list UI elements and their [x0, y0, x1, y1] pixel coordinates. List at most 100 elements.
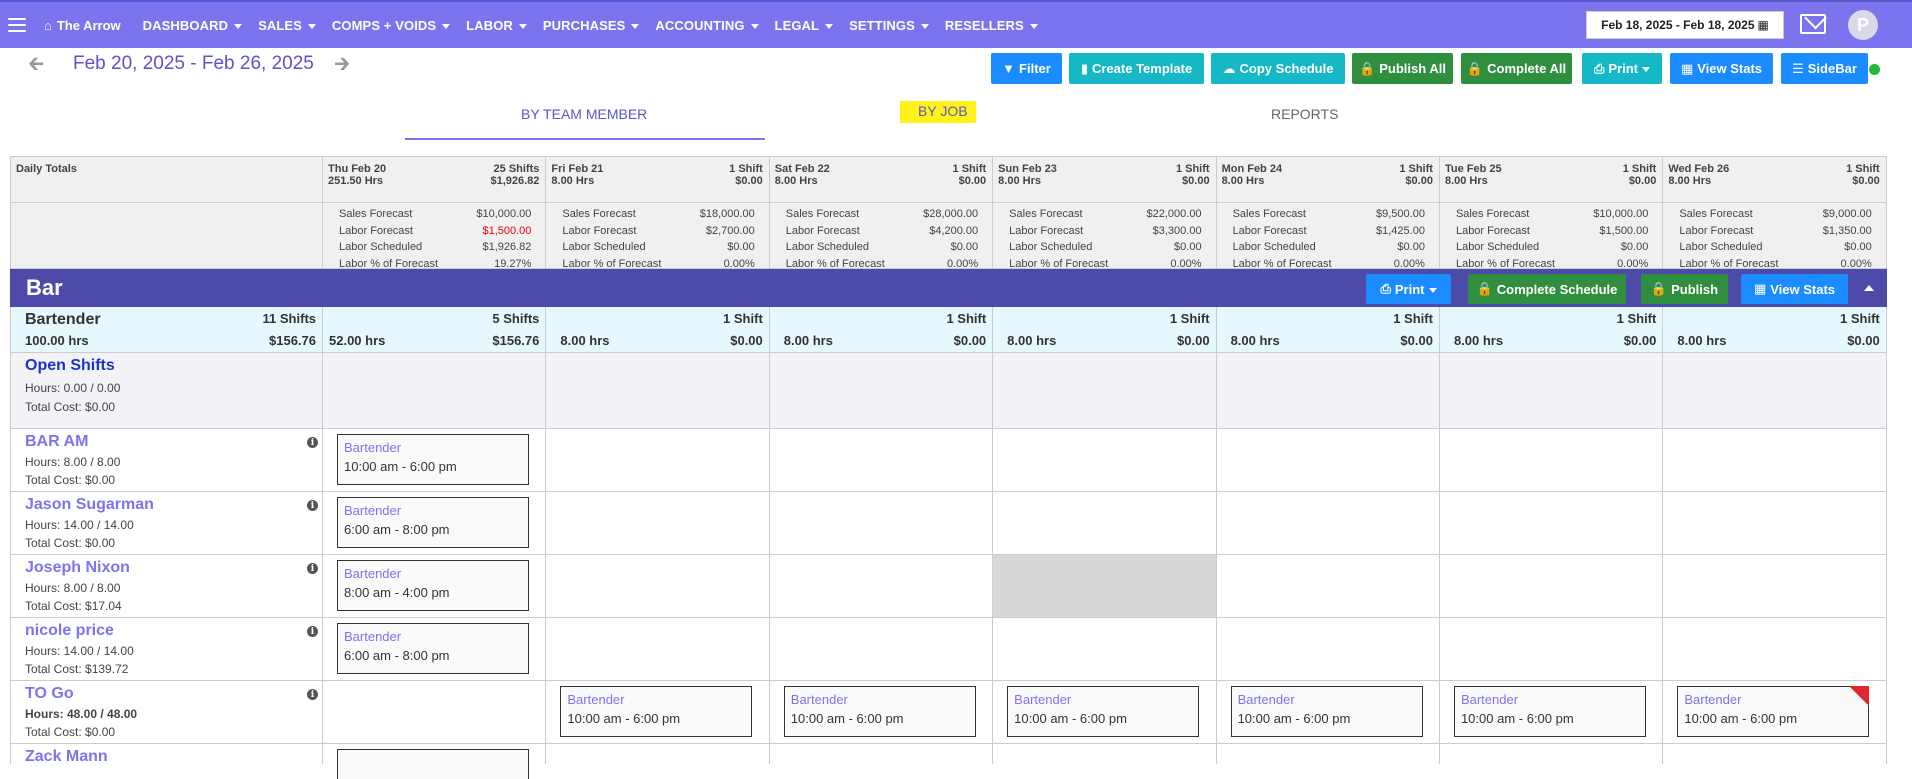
chevron-up-icon[interactable]	[1864, 285, 1874, 291]
shift-card[interactable]: Bartender 10:00 am - 6:00 pm	[337, 434, 529, 485]
avatar[interactable]: P	[1848, 10, 1878, 40]
filter-button[interactable]: ▼ Filter	[991, 53, 1062, 84]
view-stats-button[interactable]: ▦ View Stats	[1670, 53, 1773, 84]
shift-day-cell[interactable]	[770, 492, 994, 554]
nav-resellers[interactable]: RESELLERS	[945, 18, 1038, 33]
shift-day-cell[interactable]	[1663, 618, 1887, 680]
nav-accounting[interactable]: ACCOUNTING	[655, 18, 759, 33]
team-member-name[interactable]: Joseph Nixon	[25, 559, 130, 577]
nav-settings[interactable]: SETTINGS	[849, 18, 929, 33]
shift-day-cell[interactable]	[546, 492, 770, 554]
shift-day-cell[interactable]	[1440, 492, 1664, 554]
shift-day-cell[interactable]	[1663, 555, 1887, 617]
shift-day-cell[interactable]	[993, 744, 1217, 764]
shift-card[interactable]: Bartender 8:00 am - 4:00 pm	[337, 560, 529, 611]
shift-card[interactable]: Bartender 10:00 am - 6:00 pm	[1453, 686, 1646, 737]
nav-sales[interactable]: SALES	[258, 18, 316, 33]
shift-day-cell[interactable]	[993, 429, 1217, 491]
shift-card[interactable]: Bartender 10:00 am - 6:00 pm	[1677, 686, 1870, 737]
shift-card[interactable]: Bartender 6:00 am - 8:00 pm	[337, 623, 529, 674]
team-member-name[interactable]: BAR AM	[25, 433, 88, 451]
shift-day-cell[interactable]	[1217, 555, 1440, 617]
open-shift-day-cell[interactable]	[993, 353, 1217, 428]
shift-day-cell[interactable]: Bartender 10:00 am - 6:00 pm	[993, 681, 1217, 743]
shift-day-cell[interactable]: Bartender 6:00 am - 8:00 pm	[323, 618, 547, 680]
tab-reports[interactable]: REPORTS	[1271, 106, 1338, 122]
shift-day-cell[interactable]	[993, 492, 1217, 554]
nav-dashboard[interactable]: DASHBOARD	[143, 18, 243, 33]
team-member-name[interactable]: Jason Sugarman	[25, 496, 154, 514]
print-button[interactable]: ⎙ Print	[1582, 53, 1662, 84]
open-shift-day-cell[interactable]	[323, 353, 547, 428]
publish-all-button[interactable]: 🔒 Publish All	[1352, 53, 1453, 84]
unavailable-day-cell[interactable]	[993, 555, 1217, 617]
mail-icon[interactable]	[1800, 14, 1826, 34]
shift-day-cell[interactable]: Bartender 10:00 am - 6:00 pm	[770, 681, 994, 743]
info-icon[interactable]: i	[307, 563, 318, 574]
info-icon[interactable]: i	[307, 500, 318, 511]
tab-by-team-member[interactable]: BY TEAM MEMBER	[521, 106, 647, 122]
shift-day-cell[interactable]: Bartender 10:00 am - 6:00 pm	[546, 681, 770, 743]
shift-day-cell[interactable]: Bartender 6:00 am - 8:00 pm	[323, 492, 547, 554]
tab-by-job[interactable]: BY JOB	[900, 101, 976, 123]
nav-legal[interactable]: LEGAL	[775, 18, 834, 33]
shift-card[interactable]: Bartender 10:00 am - 6:00 pm	[1007, 686, 1200, 737]
nav-purchases[interactable]: PURCHASES	[543, 18, 640, 33]
open-shift-day-cell[interactable]	[1440, 353, 1664, 428]
section-view-stats-button[interactable]: ▦ View Stats	[1741, 274, 1848, 304]
shift-day-cell[interactable]	[1440, 744, 1664, 764]
shift-day-cell[interactable]: Bartender 8:00 am - 4:00 pm	[323, 555, 547, 617]
info-icon[interactable]: i	[307, 689, 318, 700]
info-icon[interactable]: i	[307, 437, 318, 448]
sidebar-button[interactable]: ☰ SideBar	[1781, 53, 1868, 84]
shift-card[interactable]: Bartender 10:00 am - 6:00 pm	[783, 686, 976, 737]
shift-day-cell[interactable]	[1663, 429, 1887, 491]
shift-day-cell[interactable]	[770, 744, 994, 764]
nav-labor[interactable]: LABOR	[466, 18, 527, 33]
shift-day-cell[interactable]	[546, 429, 770, 491]
arrow-left-icon[interactable]: 🡰	[28, 54, 44, 74]
date-range-picker[interactable]: Feb 18, 2025 - Feb 18, 2025 ▦	[1586, 11, 1784, 39]
shift-day-cell[interactable]	[1217, 618, 1440, 680]
shift-day-cell[interactable]	[1440, 429, 1664, 491]
shift-day-cell[interactable]	[993, 618, 1217, 680]
open-shift-day-cell[interactable]	[1663, 353, 1887, 428]
shift-day-cell[interactable]	[1217, 744, 1440, 764]
open-shift-day-cell[interactable]	[546, 353, 770, 428]
shift-day-cell[interactable]	[770, 618, 994, 680]
team-member-name[interactable]: Zack Mann	[25, 748, 108, 766]
shift-day-cell[interactable]	[1663, 492, 1887, 554]
shift-day-cell[interactable]: Bartender 10:00 am - 6:00 pm	[1440, 681, 1664, 743]
shift-day-cell[interactable]	[1440, 618, 1664, 680]
team-member-name[interactable]: nicole price	[25, 622, 114, 640]
nav-comps-voids[interactable]: COMPS + VOIDS	[332, 18, 451, 33]
shift-day-cell[interactable]	[1217, 492, 1440, 554]
open-shifts-title[interactable]: Open Shifts	[25, 357, 115, 375]
shift-card[interactable]: Bartender 10:00 am - 6:00 pm	[560, 686, 753, 737]
shift-day-cell[interactable]	[770, 429, 994, 491]
shift-day-cell[interactable]	[546, 555, 770, 617]
shift-day-cell[interactable]	[546, 618, 770, 680]
complete-all-button[interactable]: 🔒 Complete All	[1461, 53, 1572, 84]
shift-card[interactable]: Bartender 10:00 am - 6:00 pm	[1230, 686, 1423, 737]
section-publish-button[interactable]: 🔒 Publish	[1641, 274, 1728, 304]
copy-schedule-button[interactable]: ☁ Copy Schedule	[1211, 53, 1345, 84]
brand[interactable]: ⌂ The Arrow	[44, 18, 121, 33]
shift-day-cell[interactable]	[1440, 555, 1664, 617]
complete-schedule-button[interactable]: 🔒 Complete Schedule	[1468, 274, 1626, 304]
shift-day-cell[interactable]	[323, 681, 547, 743]
section-print-button[interactable]: ⎙ Print	[1366, 274, 1451, 304]
open-shift-day-cell[interactable]	[770, 353, 994, 428]
open-shift-day-cell[interactable]	[1217, 353, 1440, 428]
menu-icon[interactable]	[8, 18, 26, 32]
shift-day-cell[interactable]	[1217, 429, 1440, 491]
arrow-right-icon[interactable]: 🡲	[334, 54, 350, 74]
shift-day-cell[interactable]	[323, 744, 547, 779]
shift-card[interactable]	[337, 749, 529, 779]
shift-day-cell[interactable]: Bartender 10:00 am - 6:00 pm	[1663, 681, 1887, 743]
shift-day-cell[interactable]	[770, 555, 994, 617]
team-member-name[interactable]: TO Go	[25, 685, 74, 703]
shift-card[interactable]: Bartender 6:00 am - 8:00 pm	[337, 497, 529, 548]
shift-day-cell[interactable]: Bartender 10:00 am - 6:00 pm	[323, 429, 547, 491]
shift-day-cell[interactable]	[546, 744, 770, 764]
